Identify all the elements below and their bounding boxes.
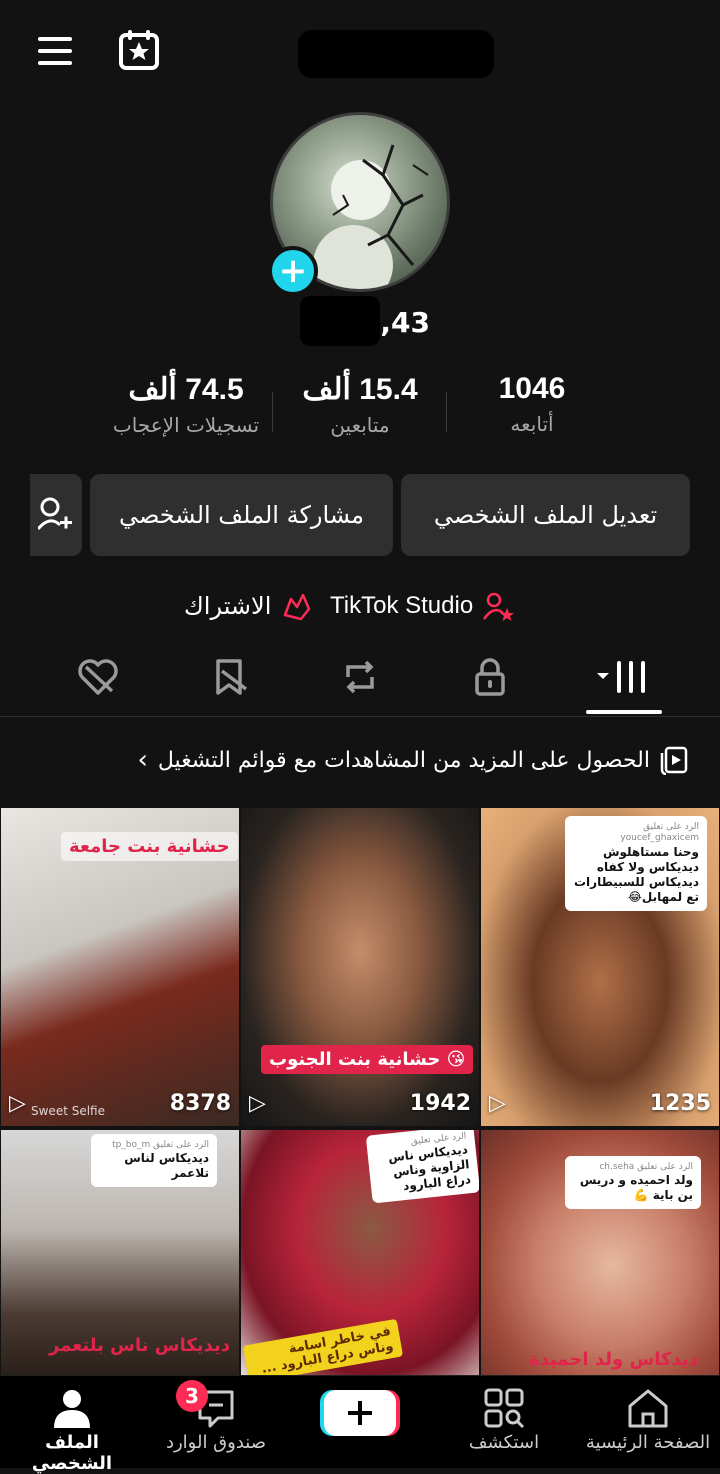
- reply-comment-bubble: الرد على تعليق youcef_ghaxicem وحنا مستا…: [565, 816, 707, 911]
- top-bar: [0, 0, 720, 110]
- menu-icon[interactable]: [36, 34, 76, 68]
- create-button[interactable]: [320, 1388, 400, 1438]
- video-caption: ديدكاس ولد احميدة: [529, 1349, 698, 1370]
- video-thumbnail[interactable]: الرد على تعليق ديديكاس ناس الزاوية وناس …: [241, 1130, 479, 1376]
- edit-profile-label: تعديل الملف الشخصي: [433, 501, 658, 529]
- following-label: أتابعه: [510, 412, 554, 436]
- nav-discover-label: استكشف: [468, 1432, 540, 1453]
- video-caption: ديديكاس ناس بلتعمر: [49, 1335, 230, 1356]
- share-profile-label: مشاركة الملف الشخصي: [118, 501, 365, 529]
- nav-profile-label: الملف الشخصي: [31, 1432, 113, 1474]
- bottom-nav: الصفحة الرئيسية استكشف 3 صندوق الوارد ال…: [0, 1375, 720, 1474]
- edit-profile-button[interactable]: تعديل الملف الشخصي: [401, 474, 690, 556]
- active-tab-indicator: [586, 710, 662, 714]
- tiktok-studio-label: TikTok Studio: [330, 592, 474, 619]
- comment-text: ديديكاس لناس تلاعمر: [124, 1151, 209, 1181]
- subscription-link[interactable]: الاشتراك: [184, 586, 313, 626]
- redacted-display-name: [298, 30, 494, 78]
- view-count: ▷ 1942: [249, 1091, 471, 1116]
- video-caption: في خاطر اسامة وناس دراع البارود ...: [242, 1318, 404, 1376]
- add-friend-icon: [38, 497, 72, 531]
- nav-discover[interactable]: استكشف: [434, 1384, 574, 1453]
- nav-profile[interactable]: الملف الشخصي: [2, 1384, 142, 1474]
- nav-inbox[interactable]: 3 صندوق الوارد: [146, 1380, 286, 1453]
- comment-text: ولد احميده و دريس بن باية 💪: [579, 1173, 693, 1203]
- heart-hidden-icon: [78, 659, 118, 695]
- lock-icon: [475, 658, 505, 696]
- nav-home-label: الصفحة الرئيسية: [585, 1432, 711, 1453]
- likes-label: تسجيلات الإعجاب: [112, 413, 260, 437]
- chevron-left-icon: ‹: [137, 745, 148, 775]
- nav-inbox-label: صندوق الوارد: [165, 1432, 267, 1453]
- tab-reposts[interactable]: [330, 652, 390, 702]
- stat-following[interactable]: 1046 أتابعه: [442, 372, 622, 436]
- video-thumbnail[interactable]: الرد على تعليق ch.seha ولد احميده و دريس…: [481, 1130, 719, 1376]
- likes-count: 74.5 ألف: [128, 373, 244, 406]
- repost-icon: [346, 660, 374, 694]
- discover-icon: [484, 1388, 525, 1429]
- subscription-label: الاشتراك: [184, 592, 272, 620]
- video-thumbnail[interactable]: الرد على تعليق tp_bo_m ديديكاس لناس تلاع…: [1, 1130, 239, 1376]
- add-friend-button[interactable]: [30, 474, 82, 556]
- comment-user: الرد على تعليق ch.seha: [599, 1162, 693, 1172]
- stat-followers[interactable]: 15.4 ألف متابعين: [270, 372, 450, 437]
- reply-comment-bubble: الرد على تعليق ديديكاس ناس الزاوية وناس …: [365, 1130, 479, 1204]
- comment-text: ديديكاس ناس الزاوية وناس دراع البارود: [387, 1142, 472, 1194]
- reply-comment-bubble: الرد على تعليق ch.seha ولد احميده و دريس…: [565, 1156, 701, 1210]
- video-caption: حشانية بنت الجنوب 😘: [261, 1045, 474, 1074]
- comment-user: الرد على تعليق tp_bo_m: [112, 1140, 209, 1150]
- calendar-star-icon[interactable]: [118, 28, 162, 72]
- video-thumbnail[interactable]: حشانية بنت جامعة Sweet Selfie ▷ 8378: [1, 808, 239, 1126]
- view-count: ▷ 8378: [9, 1091, 231, 1116]
- video-thumbnail[interactable]: حشانية بنت الجنوب 😘 ▷ 1942: [241, 808, 479, 1126]
- username: ,43: [380, 306, 430, 339]
- playlist-icon: [660, 746, 688, 775]
- creator-star-icon: [483, 592, 515, 621]
- add-avatar-icon[interactable]: +: [268, 246, 318, 296]
- inbox-badge: 3: [176, 1380, 208, 1412]
- subscription-icon: [284, 593, 311, 621]
- tab-favorites[interactable]: [200, 652, 260, 702]
- play-icon: ▷: [489, 1091, 506, 1116]
- share-profile-button[interactable]: مشاركة الملف الشخصي: [90, 474, 393, 556]
- comment-user: الرد على تعليق youcef_ghaxicem: [620, 822, 699, 844]
- profile-icon: [54, 1390, 90, 1428]
- nav-home[interactable]: الصفحة الرئيسية: [578, 1384, 718, 1453]
- home-icon: [628, 1389, 668, 1428]
- playlist-promo-text: الحصول على المزيد من المشاهدات مع قوائم …: [157, 747, 650, 773]
- reply-comment-bubble: الرد على تعليق tp_bo_m ديديكاس لناس تلاع…: [91, 1134, 217, 1188]
- profile-tabs: [0, 640, 720, 717]
- tiktok-studio-link[interactable]: TikTok Studio: [330, 586, 515, 626]
- followers-label: متابعين: [330, 413, 390, 437]
- play-icon: ▷: [249, 1091, 266, 1116]
- create-plus-icon: [320, 1390, 400, 1436]
- tab-videos[interactable]: [590, 652, 660, 702]
- following-count: 1046: [498, 372, 566, 405]
- tab-private[interactable]: [460, 652, 520, 702]
- tab-liked[interactable]: [68, 652, 128, 702]
- bookmark-hidden-icon: [216, 659, 248, 695]
- view-count: ▷ 1235: [489, 1091, 711, 1116]
- stat-likes[interactable]: 74.5 ألف تسجيلات الإعجاب: [96, 372, 276, 437]
- video-thumbnail[interactable]: الرد على تعليق youcef_ghaxicem وحنا مستا…: [481, 808, 719, 1126]
- play-icon: ▷: [9, 1091, 26, 1116]
- comment-text: وحنا مستاهلوش ديديكاس ولا كفاه ديديكاس ل…: [573, 844, 699, 904]
- grid-dropdown-icon: [597, 661, 645, 693]
- playlist-promo[interactable]: ‹ الحصول على المزيد من المشاهدات مع قوائ…: [137, 740, 690, 780]
- video-caption: حشانية بنت جامعة: [61, 832, 238, 861]
- followers-count: 15.4 ألف: [302, 373, 418, 406]
